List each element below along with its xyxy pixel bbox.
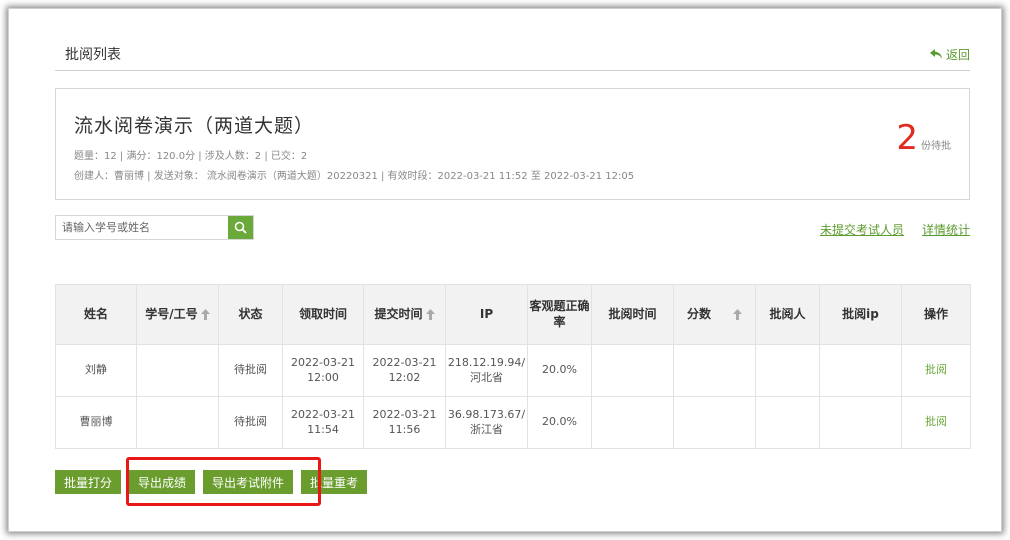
batch-retake-button[interactable]: 批量重考 — [301, 470, 368, 494]
cell-receive-time: 2022-03-21 11:54 — [282, 396, 364, 449]
cell-review-time — [591, 344, 674, 397]
sort-arrow-icon[interactable] — [733, 309, 742, 320]
cell-id — [136, 396, 219, 449]
search-icon — [234, 221, 247, 234]
cell-status: 待批阅 — [218, 396, 283, 449]
col-header-score[interactable]: 分数 — [673, 284, 756, 345]
search-box — [55, 215, 254, 240]
submit-date: 2022-03-21 — [372, 355, 437, 369]
window-frame — [8, 8, 1002, 532]
col-header-score-label: 分数 — [686, 306, 711, 321]
col-header-action: 操作 — [901, 284, 971, 345]
page-title: 批阅列表 — [65, 47, 121, 63]
back-label: 返回 — [945, 48, 970, 62]
cell-review-time — [591, 396, 674, 449]
col-header-status: 状态 — [218, 284, 283, 345]
cell-ip: 218.12.19.94/ 河北省 — [445, 344, 528, 397]
ip-region: 浙江省 — [470, 422, 503, 436]
export-scores-button[interactable]: 导出成绩 — [129, 470, 196, 494]
submit-clock: 12:02 — [388, 370, 421, 384]
col-header-receive-time: 领取时间 — [282, 284, 364, 345]
cell-name: 曹丽博 — [55, 396, 137, 449]
cell-status: 待批阅 — [218, 344, 283, 397]
review-table: 姓名 学号/工号 状态 领取时间 提交时间 IP 客观题正确率 批阅时间 分数 … — [55, 284, 971, 449]
sort-arrow-icon[interactable] — [200, 309, 210, 320]
exam-info-card: 流水阅卷演示（两道大题） 题量：12 | 满分：120.0分 | 涉及人数：2 … — [55, 88, 970, 200]
exam-meta-details: 创建人：曹丽博 | 发送对象： 流水阅卷演示（两道大题）20220321 | 有… — [74, 171, 635, 182]
unsubmitted-link[interactable]: 未提交考试人员 — [820, 221, 904, 238]
cell-reviewer — [755, 344, 820, 397]
cell-action: 批阅 — [901, 344, 971, 397]
details-link[interactable]: 详情统计 — [922, 221, 970, 238]
pending-count: 2 — [896, 118, 918, 158]
exam-title: 流水阅卷演示（两道大题） — [74, 115, 315, 137]
receive-date: 2022-03-21 — [291, 355, 355, 369]
receive-clock: 12:00 — [307, 370, 339, 384]
cell-score — [673, 344, 756, 397]
col-header-review-time: 批阅时间 — [591, 284, 674, 345]
table-header-row: 姓名 学号/工号 状态 领取时间 提交时间 IP 客观题正确率 批阅时间 分数 … — [55, 284, 971, 345]
cell-submit-time: 2022-03-21 11:56 — [363, 396, 446, 449]
cell-accuracy: 20.0% — [527, 396, 592, 449]
col-header-id[interactable]: 学号/工号 — [136, 284, 219, 345]
search-button[interactable] — [228, 216, 253, 239]
ip-region: 河北省 — [470, 370, 503, 384]
batch-score-button[interactable]: 批量打分 — [55, 470, 122, 494]
review-link[interactable]: 批阅 — [925, 363, 947, 376]
submit-date: 2022-03-21 — [372, 407, 437, 421]
cell-name: 刘静 — [55, 344, 137, 397]
pending-summary: 2 份待批 — [896, 121, 951, 155]
sort-arrow-icon[interactable] — [425, 309, 435, 320]
cell-receive-time: 2022-03-21 12:00 — [282, 344, 364, 397]
ip-address: 218.12.19.94/ — [447, 355, 526, 369]
cell-submit-time: 2022-03-21 12:02 — [363, 344, 446, 397]
cell-accuracy: 20.0% — [527, 344, 592, 397]
submit-clock: 11:56 — [388, 422, 421, 436]
col-header-name: 姓名 — [55, 284, 137, 345]
batch-action-bar: 批量打分 导出成绩 导出考试附件 批量重考 — [55, 470, 368, 494]
table-row: 曹丽博 待批阅 2022-03-21 11:54 2022-03-21 11:5… — [55, 396, 971, 449]
cell-ip: 36.98.173.67/ 浙江省 — [445, 396, 528, 449]
cell-action: 批阅 — [901, 396, 971, 449]
back-link[interactable]: 返回 — [929, 46, 970, 63]
cell-id — [136, 344, 219, 397]
receive-clock: 11:54 — [307, 422, 339, 436]
cell-reviewer-ip — [819, 344, 902, 397]
col-header-id-label: 学号/工号 — [145, 306, 198, 321]
pending-label: 份待批 — [921, 141, 951, 152]
cell-score — [673, 396, 756, 449]
review-link[interactable]: 批阅 — [925, 415, 947, 428]
search-input[interactable] — [56, 216, 228, 239]
stats-links: 未提交考试人员 详情统计 — [820, 221, 970, 238]
page-header: 批阅列表 返回 — [55, 40, 970, 71]
col-header-accuracy: 客观题正确率 — [527, 284, 592, 345]
receive-date: 2022-03-21 — [291, 407, 355, 421]
table-row: 刘静 待批阅 2022-03-21 12:00 2022-03-21 12:02… — [55, 344, 971, 397]
col-header-ip: IP — [445, 284, 528, 345]
col-header-reviewer: 批阅人 — [755, 284, 820, 345]
col-header-reviewer-ip: 批阅ip — [819, 284, 902, 345]
col-header-submit-time[interactable]: 提交时间 — [363, 284, 446, 345]
export-attachments-button[interactable]: 导出考试附件 — [203, 470, 294, 494]
col-header-submit-time-label: 提交时间 — [374, 306, 423, 321]
cell-reviewer — [755, 396, 820, 449]
ip-address: 36.98.173.67/ — [447, 407, 526, 421]
exam-meta-stats: 题量：12 | 满分：120.0分 | 涉及人数：2 | 已交：2 — [74, 151, 308, 162]
back-arrow-icon — [929, 49, 942, 59]
cell-reviewer-ip — [819, 396, 902, 449]
